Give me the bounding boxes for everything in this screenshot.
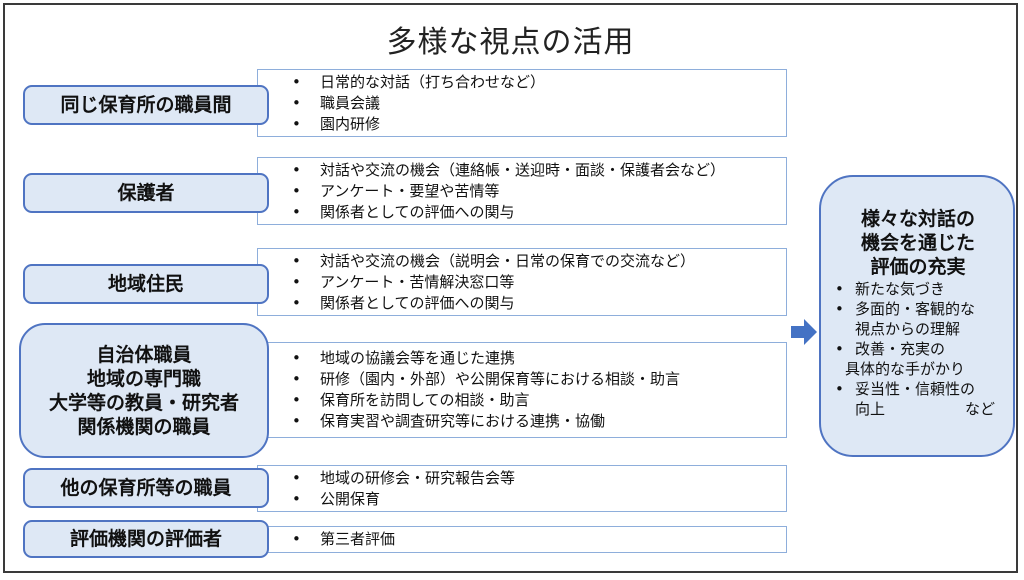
result-item-tail: 向上 など bbox=[855, 399, 1003, 419]
label-line: 地域の専門職 bbox=[86, 367, 201, 390]
list-item: 保育所を訪問しての相談・助言 bbox=[286, 390, 786, 411]
diagram-frame: 多様な視点の活用 同じ保育所の職員間 日常的な対話（打ち合わせなど） 職員会議 … bbox=[3, 3, 1018, 573]
list-item: 関係者としての評価への関与 bbox=[286, 202, 786, 223]
result-item: 多面的・客観的な 視点からの理解 bbox=[833, 299, 1003, 339]
result-item-line: 妥当性・信頼性の bbox=[855, 380, 976, 398]
arrow-shape bbox=[791, 319, 817, 345]
list-item: 地域の協議会等を通じた連携 bbox=[286, 348, 786, 369]
result-item-line: 改善・充実の bbox=[855, 340, 946, 358]
result-item: 妥当性・信頼性の 向上 など bbox=[833, 379, 1003, 419]
list-item: 地域の研修会・研究報告会等 bbox=[286, 468, 786, 489]
activities-box-guardians: 対話や交流の機会（連絡帳・送迎時・面談・保護者会など） アンケート・要望や苦情等… bbox=[257, 157, 787, 225]
result-item: 新たな気づき bbox=[833, 279, 1003, 299]
list-item: アンケート・要望や苦情等 bbox=[286, 181, 786, 202]
label-municipal-and-experts: 自治体職員 地域の専門職 大学等の教員・研究者 関係機関の職員 bbox=[19, 323, 269, 458]
activities-box-other-nursery-staff: 地域の研修会・研究報告会等 公開保育 bbox=[257, 465, 787, 512]
list-item: 公開保育 bbox=[286, 489, 786, 510]
list-item: 対話や交流の機会（説明会・日常の保育での交流など） bbox=[286, 251, 786, 272]
list-item: 保育実習や調査研究等における連携・協働 bbox=[286, 411, 786, 432]
label-line: 関係機関の職員 bbox=[77, 415, 211, 438]
label-text: 同じ保育所の職員間 bbox=[60, 94, 232, 116]
list-item: 園内研修 bbox=[286, 114, 786, 135]
result-heading-line: 様々な対話の bbox=[860, 208, 975, 230]
result-item-line: 新たな気づき bbox=[855, 280, 946, 298]
result-box: 様々な対話の 機会を通じた 評価の充実 新たな気づき 多面的・客観的な 視点から… bbox=[819, 175, 1015, 457]
label-other-nursery-staff: 他の保育所等の職員 bbox=[23, 468, 269, 508]
result-item-line: 視点からの理解 bbox=[855, 320, 961, 338]
label-line: 自治体職員 bbox=[96, 343, 192, 366]
arrow-right-icon bbox=[791, 319, 817, 345]
activities-box-local-residents: 対話や交流の機会（説明会・日常の保育での交流など） アンケート・苦情解決窓口等 … bbox=[257, 248, 787, 316]
label-line: 大学等の教員・研究者 bbox=[48, 391, 239, 414]
label-text: 地域住民 bbox=[107, 273, 184, 295]
result-heading-line: 評価の充実 bbox=[870, 256, 966, 278]
label-text: 他の保育所等の職員 bbox=[60, 477, 232, 499]
label-same-nursery-staff: 同じ保育所の職員間 bbox=[23, 85, 269, 125]
list-item: 職員会議 bbox=[286, 93, 786, 114]
list-item: 研修（園内・外部）や公開保育等における相談・助言 bbox=[286, 369, 786, 390]
result-heading: 様々な対話の 機会を通じた 評価の充実 bbox=[833, 207, 1003, 279]
result-item-line: 多面的・客観的な bbox=[855, 300, 976, 318]
activities-box-same-nursery-staff: 日常的な対話（打ち合わせなど） 職員会議 園内研修 bbox=[257, 69, 787, 137]
list-item: 日常的な対話（打ち合わせなど） bbox=[286, 72, 786, 93]
list-item: 関係者としての評価への関与 bbox=[286, 293, 786, 314]
result-item-line: 具体的な手がかり bbox=[845, 360, 966, 378]
activities-box-municipal-and-experts: 地域の協議会等を通じた連携 研修（園内・外部）や公開保育等における相談・助言 保… bbox=[257, 342, 787, 438]
list-item: アンケート・苦情解決窓口等 bbox=[286, 272, 786, 293]
label-local-residents: 地域住民 bbox=[23, 264, 269, 304]
label-text: 評価機関の評価者 bbox=[69, 528, 222, 550]
result-heading-line: 機会を通じた bbox=[860, 232, 975, 254]
label-text: 保護者 bbox=[117, 182, 175, 204]
activities-box-evaluation-agency: 第三者評価 bbox=[257, 526, 787, 553]
diagram-title: 多様な視点の活用 bbox=[386, 25, 635, 60]
result-item-suffix: など bbox=[964, 400, 995, 418]
label-evaluation-agency-evaluator: 評価機関の評価者 bbox=[23, 520, 269, 558]
result-item-line: 向上 bbox=[855, 400, 886, 418]
result-item: 改善・充実の 具体的な手がかり bbox=[833, 339, 1003, 379]
list-item: 第三者評価 bbox=[286, 529, 786, 550]
label-guardians: 保護者 bbox=[23, 173, 269, 213]
list-item: 対話や交流の機会（連絡帳・送迎時・面談・保護者会など） bbox=[286, 160, 786, 181]
